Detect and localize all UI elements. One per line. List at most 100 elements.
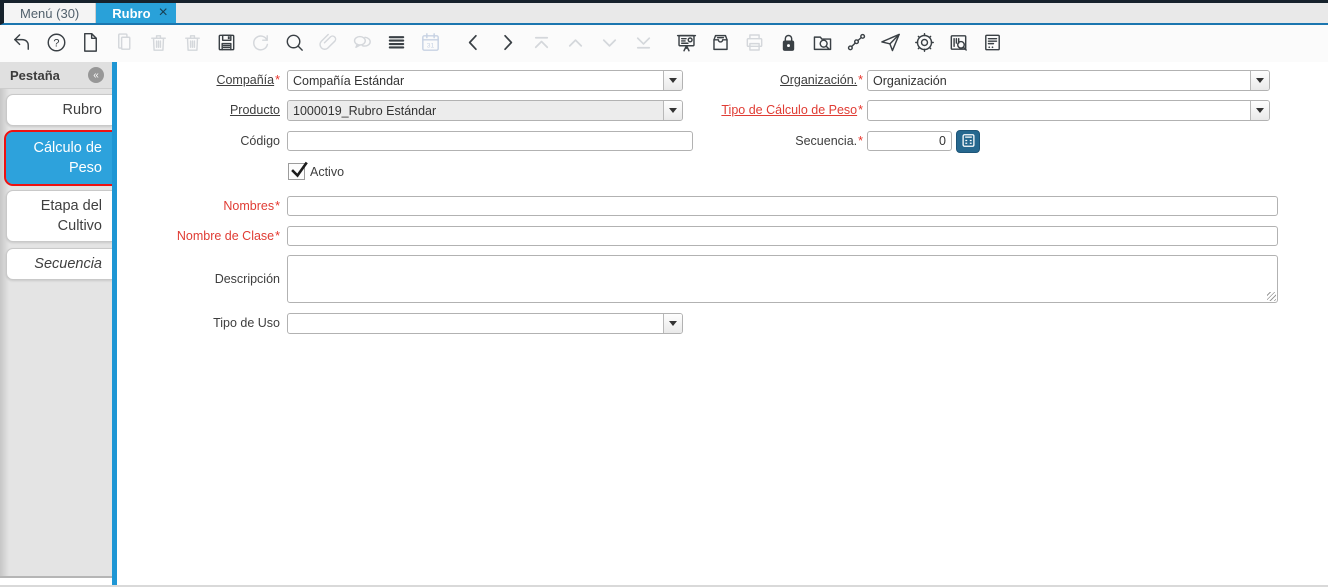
tab-sidebar: Pestaña « Rubro Cálculo de Peso Etapa del … xyxy=(0,62,114,578)
descripcion-label: Descripción xyxy=(214,272,280,286)
activo-checkbox[interactable] xyxy=(288,161,308,180)
organizacion-input[interactable] xyxy=(868,71,1250,90)
producto-label: Producto xyxy=(117,100,280,121)
sidebar-header: Pestaña « xyxy=(0,62,112,89)
producto-label-link[interactable]: Producto xyxy=(230,103,280,117)
save-button[interactable] xyxy=(214,30,238,58)
detail-record-button xyxy=(631,30,655,58)
up-button xyxy=(563,30,587,58)
chevron-down-icon xyxy=(669,321,677,326)
tab-rubro[interactable]: Rubro × xyxy=(96,3,176,23)
tipo-uso-dropdown-button[interactable] xyxy=(663,314,682,333)
down-button xyxy=(597,30,621,58)
print-icon xyxy=(743,31,766,57)
calculator-icon xyxy=(961,133,975,150)
organizacion-label-link[interactable]: Organización. xyxy=(780,73,857,87)
zoom-across-button[interactable] xyxy=(810,30,834,58)
tipo-uso-combobox xyxy=(287,313,683,334)
help-icon: ? xyxy=(45,31,68,57)
detail-record-icon xyxy=(632,31,655,57)
organizacion-combobox xyxy=(867,70,1270,91)
archive-button[interactable] xyxy=(708,30,732,58)
sidebar-tab-secuencia[interactable]: Secuencia xyxy=(6,248,112,280)
next-record-button[interactable] xyxy=(495,30,519,58)
tab-menu[interactable]: Menú (30) xyxy=(4,3,97,23)
sidebar-tab-label: Secuencia xyxy=(34,256,102,272)
compania-label-link[interactable]: Compañía xyxy=(216,73,274,87)
sidebar-tab-label: Rubro xyxy=(62,102,103,118)
process-button[interactable] xyxy=(912,30,936,58)
delete-selection-button xyxy=(180,30,204,58)
workflow-button[interactable] xyxy=(844,30,868,58)
workflow-icon xyxy=(845,31,868,57)
refresh-button xyxy=(248,30,272,58)
collapse-sidebar-button[interactable]: « xyxy=(88,67,104,83)
sidebar-tab-rubro[interactable]: Rubro xyxy=(6,94,112,126)
close-icon[interactable]: × xyxy=(159,5,168,21)
copy-record-button xyxy=(112,30,136,58)
toolbar: ? 31 xyxy=(0,25,1328,62)
tipo-uso-input[interactable] xyxy=(288,314,663,333)
attachment-button xyxy=(316,30,340,58)
tipo-calculo-peso-label: Tipo de Cálculo de Peso* xyxy=(721,103,863,117)
zoom-across-icon xyxy=(811,31,834,57)
window-tab-bar: Menú (30) Rubro × xyxy=(0,0,1328,25)
process-icon xyxy=(913,31,936,57)
up-icon xyxy=(564,31,587,57)
calculator-button[interactable] xyxy=(956,130,980,153)
application-window: Menú (30) Rubro × ? 31 Pestaña « Rubro Cál… xyxy=(0,0,1328,587)
grid-toggle-icon xyxy=(385,31,408,57)
secuencia-input[interactable] xyxy=(867,131,952,151)
previous-record-button[interactable] xyxy=(461,30,485,58)
down-icon xyxy=(598,31,621,57)
nombre-clase-label: Nombre de Clase* xyxy=(176,229,280,243)
lock-button[interactable] xyxy=(776,30,800,58)
help-button[interactable]: ? xyxy=(44,30,68,58)
send-mail-icon xyxy=(879,31,902,57)
grid-toggle-button[interactable] xyxy=(384,30,408,58)
nombres-label: Nombres* xyxy=(223,199,280,213)
organizacion-label: Organización.* xyxy=(780,73,863,87)
sidebar-tab-etapa-del-cultivo[interactable]: Etapa del Cultivo xyxy=(6,190,112,242)
organizacion-dropdown-button[interactable] xyxy=(1250,71,1269,90)
tipo-calculo-peso-dropdown-button[interactable] xyxy=(1250,101,1269,120)
parent-record-icon xyxy=(530,31,553,57)
chevron-down-icon xyxy=(1256,78,1264,83)
tipo-calculo-peso-input[interactable] xyxy=(868,101,1250,120)
compania-label: Compañía* xyxy=(216,73,280,87)
activo-field: Activo xyxy=(288,161,345,180)
notes-button[interactable] xyxy=(980,30,1004,58)
sidebar-tab-list: Rubro Cálculo de Peso Etapa del Cultivo Sec… xyxy=(0,89,114,286)
nombre-clase-input[interactable] xyxy=(287,226,1278,246)
archive-icon xyxy=(709,31,732,57)
activo-label: Activo xyxy=(310,164,345,179)
parent-record-button xyxy=(529,30,553,58)
new-record-button[interactable] xyxy=(78,30,102,58)
descripcion-textarea[interactable] xyxy=(287,255,1278,303)
new-record-icon xyxy=(79,31,102,57)
tipo-calculo-peso-label-link[interactable]: Tipo de Cálculo de Peso xyxy=(721,103,857,117)
calendar-icon: 31 xyxy=(419,31,442,57)
attachment-icon xyxy=(317,31,340,57)
tipo-calculo-peso-combobox xyxy=(867,100,1270,121)
undo-button[interactable] xyxy=(10,30,34,58)
refresh-icon xyxy=(249,31,272,57)
report-button[interactable] xyxy=(674,30,698,58)
find-button[interactable] xyxy=(282,30,306,58)
tab-menu-label: Menú (30) xyxy=(20,5,80,21)
sidebar-tab-label: Cálculo de Peso xyxy=(33,140,102,176)
print-button xyxy=(742,30,766,58)
previous-record-icon xyxy=(462,31,485,57)
nombres-input[interactable] xyxy=(287,196,1278,216)
calendar-button: 31 xyxy=(418,30,442,58)
product-info-button[interactable] xyxy=(946,30,970,58)
send-mail-button[interactable] xyxy=(878,30,902,58)
lock-icon xyxy=(777,31,800,57)
product-info-icon xyxy=(947,31,970,57)
tipo-uso-label: Tipo de Uso xyxy=(213,316,280,330)
sidebar-tab-label: Etapa del Cultivo xyxy=(40,198,102,234)
undo-icon xyxy=(11,31,34,57)
tab-rubro-label: Rubro xyxy=(112,5,151,21)
sidebar-tab-calculo-de-peso[interactable]: Cálculo de Peso xyxy=(4,130,114,186)
delete-selection-icon xyxy=(181,31,204,57)
